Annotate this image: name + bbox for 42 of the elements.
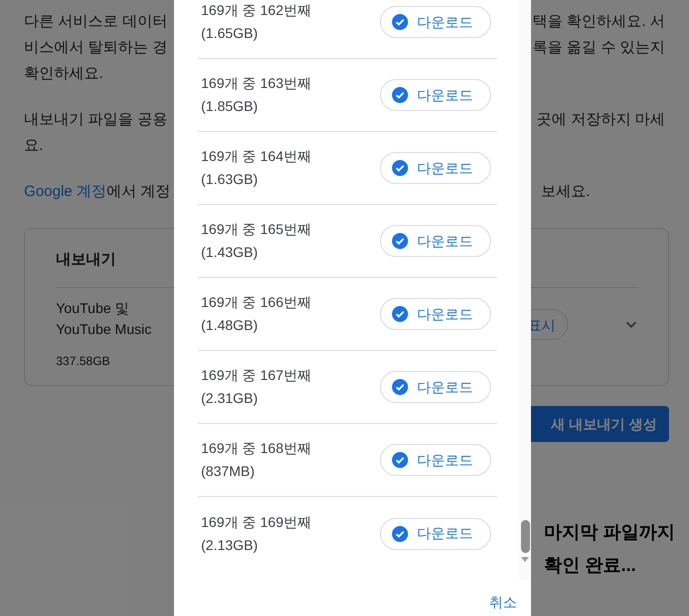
paragraph-text: 곳에 저장하지 마세 [536, 110, 665, 130]
file-label: 169개 중 166번째 [201, 293, 312, 312]
paragraph-text: 택을 확인하세요. 서 [532, 12, 665, 32]
annotation-text: 마지막 파일까지 [544, 521, 676, 544]
account-link[interactable]: Google 계정 [24, 179, 107, 205]
export-size: 337.58GB [56, 353, 112, 370]
annotation-text: 확인 완료... [544, 554, 638, 577]
download-button[interactable]: 다운로드 [380, 518, 491, 550]
file-label: 169개 중 167번째 [201, 366, 312, 385]
download-button[interactable]: 다운로드 [380, 79, 491, 111]
file-size: (2.31GB) [201, 389, 259, 408]
paragraph-text: 보세요. [540, 182, 590, 202]
card-title: 내보내기 [56, 250, 116, 270]
paragraph-text: 확인하세요. [24, 64, 104, 84]
paragraph-text: 다른 서비스로 데이터 [24, 12, 168, 32]
file-label: 169개 중 164번째 [201, 147, 312, 166]
paragraph-text: 에서 계정 [106, 182, 171, 202]
download-button[interactable]: 다운로드 [380, 298, 491, 330]
file-size: (2.13GB) [201, 536, 259, 555]
download-button[interactable]: 다운로드 [380, 6, 491, 38]
download-button[interactable]: 다운로드 [380, 152, 491, 184]
file-size: (1.63GB) [201, 170, 259, 189]
file-size: (1.65GB) [201, 24, 259, 43]
file-label: 169개 중 163번째 [201, 74, 312, 93]
file-size: (1.43GB) [201, 243, 259, 262]
download-button[interactable]: 다운로드 [380, 444, 491, 476]
file-label: 169개 중 169번째 [201, 512, 312, 532]
file-label: 169개 중 162번째 [201, 1, 312, 20]
file-size: (1.85GB) [201, 97, 259, 116]
file-label: 169개 중 165번째 [201, 220, 312, 239]
file-size: (837MB) [201, 462, 256, 481]
paragraph-text: 비스에서 탈퇴하는 경 [24, 38, 168, 58]
file-size: (1.48GB) [201, 316, 259, 335]
download-button[interactable]: 다운로드 [380, 371, 491, 403]
download-button[interactable]: 다운로드 [380, 225, 491, 257]
product-name: YouTube 및 [56, 299, 130, 318]
paragraph-text: 록을 옮길 수 있는지 [532, 38, 665, 58]
file-label: 169개 중 168번째 [201, 439, 312, 458]
paragraph-text: 내보내기 파일을 공용 [24, 110, 168, 130]
product-name: YouTube Music [56, 320, 152, 339]
paragraph-text: 요. [24, 136, 44, 156]
cancel-button[interactable]: 취소 [489, 592, 517, 613]
